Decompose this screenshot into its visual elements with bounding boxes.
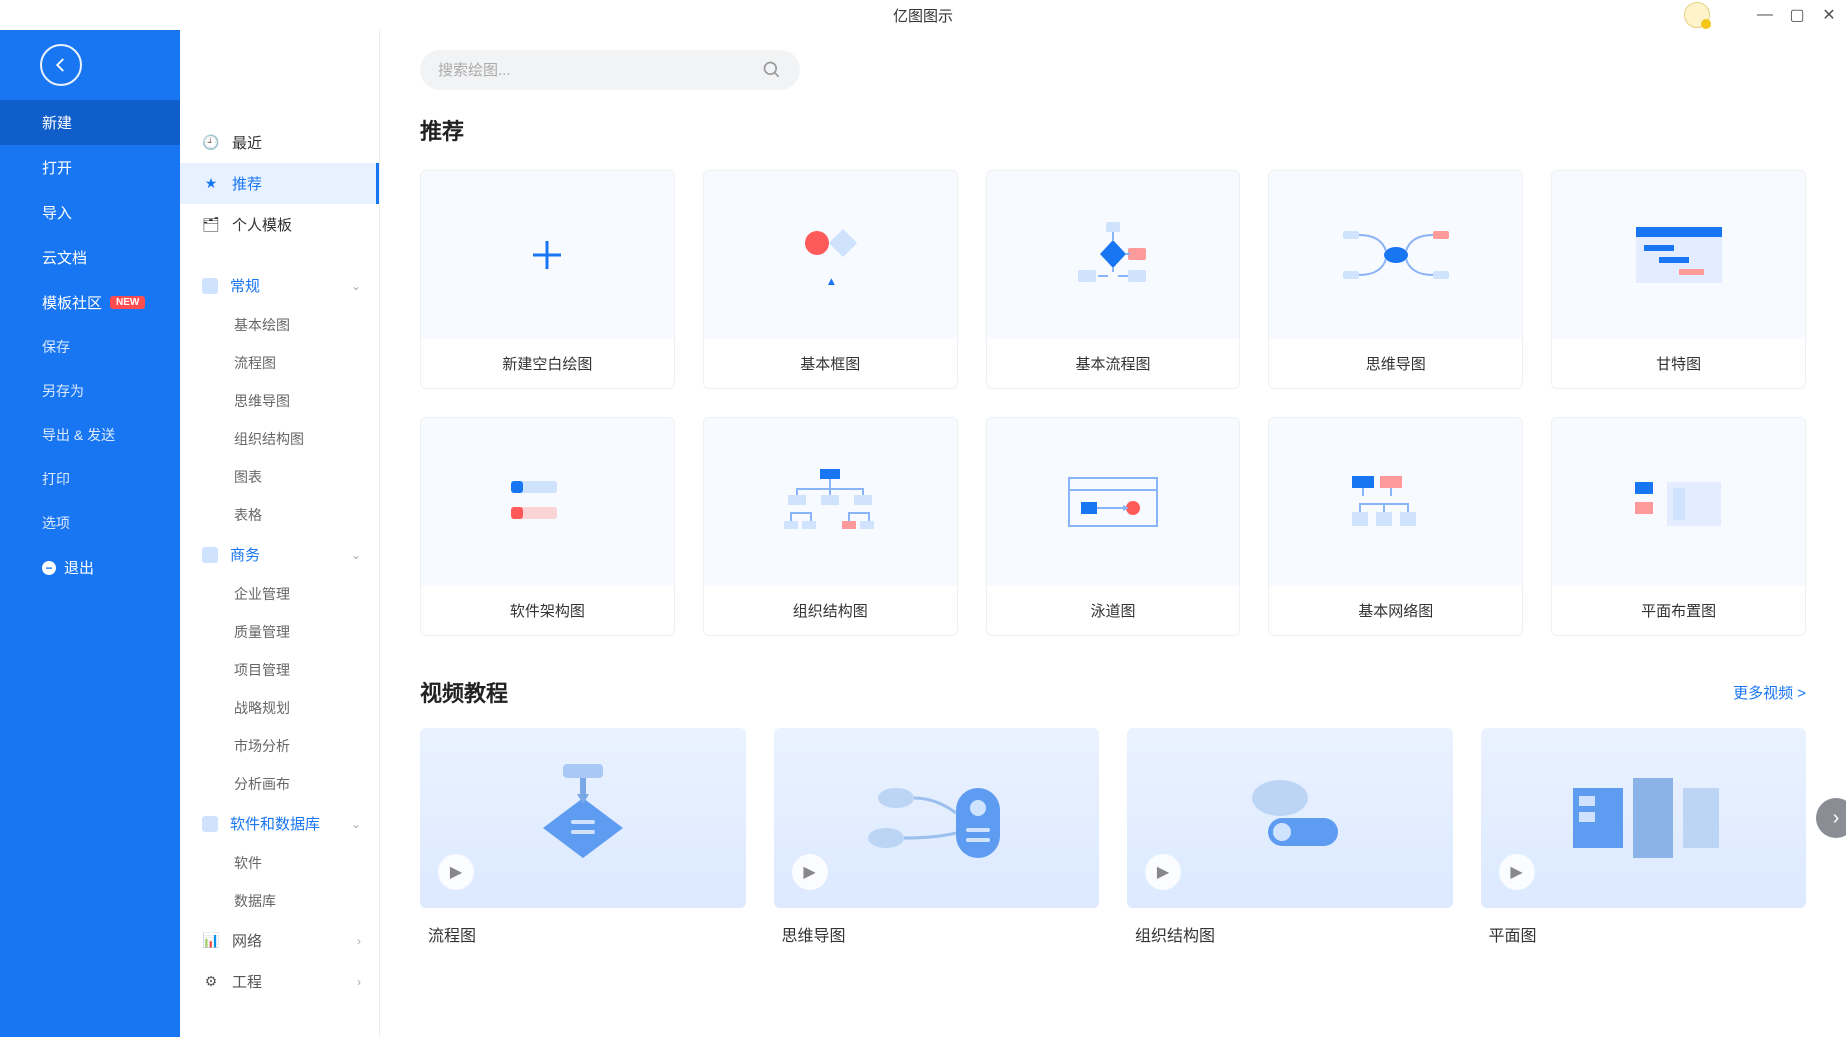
cat-sub[interactable]: 基本绘图: [180, 306, 379, 344]
play-icon: ▶: [1499, 854, 1535, 890]
exit-icon: −: [42, 561, 56, 575]
cat-sub[interactable]: 项目管理: [180, 651, 379, 689]
card-swimlane[interactable]: 泳道图: [986, 417, 1241, 636]
template-grid: 新建空白绘图 基本框图 基本流程图 思维导图 甘特图 软件架构图: [420, 170, 1806, 636]
chevron-right-icon: ›: [357, 934, 361, 948]
folder-icon: 🗂: [202, 216, 220, 234]
cat-sub[interactable]: 企业管理: [180, 575, 379, 613]
video-card[interactable]: ▶ 流程图: [420, 728, 746, 946]
nav-exit[interactable]: −退出: [0, 545, 180, 590]
cat-sub[interactable]: 分析画布: [180, 765, 379, 803]
cat-sub[interactable]: 数据库: [180, 882, 379, 920]
user-avatar[interactable]: [1684, 2, 1710, 28]
video-card[interactable]: ▶ 思维导图: [774, 728, 1100, 946]
cat-group-software[interactable]: 软件和数据库⌄: [180, 803, 379, 844]
card-software-arch[interactable]: 软件架构图: [420, 417, 675, 636]
cat-sub[interactable]: 流程图: [180, 344, 379, 382]
cat-group-business[interactable]: 商务⌄: [180, 534, 379, 575]
close-button[interactable]: ✕: [1822, 8, 1836, 22]
nav-cloud[interactable]: 云文档: [0, 235, 180, 280]
cat-group-engineering[interactable]: ⚙工程›: [180, 961, 379, 1002]
clock-icon: 🕘: [202, 134, 220, 152]
cat-recent[interactable]: 🕘最近: [180, 122, 379, 163]
nav-save[interactable]: 保存: [0, 325, 180, 369]
app-title: 亿图图示: [893, 5, 953, 26]
nav-templates[interactable]: 模板社区NEW: [0, 280, 180, 325]
back-button[interactable]: [40, 44, 82, 86]
card-blank[interactable]: 新建空白绘图: [420, 170, 675, 389]
new-badge: NEW: [110, 296, 145, 309]
section-title-recommend: 推荐: [420, 114, 1806, 146]
network-icon: 📊: [202, 932, 220, 950]
card-gantt[interactable]: 甘特图: [1551, 170, 1806, 389]
cat-sub[interactable]: 表格: [180, 496, 379, 534]
cat-sub[interactable]: 思维导图: [180, 382, 379, 420]
star-icon: ★: [202, 175, 220, 193]
cat-sub[interactable]: 组织结构图: [180, 420, 379, 458]
cat-sub[interactable]: 战略规划: [180, 689, 379, 727]
cat-sub[interactable]: 市场分析: [180, 727, 379, 765]
cat-recommend[interactable]: ★推荐: [180, 163, 379, 204]
card-block[interactable]: 基本框图: [703, 170, 958, 389]
play-icon: ▶: [1145, 854, 1181, 890]
more-videos-link[interactable]: 更多视频 >: [1733, 682, 1806, 703]
search-icon[interactable]: [762, 60, 782, 80]
general-icon: [202, 278, 218, 294]
cat-group-general[interactable]: 常规⌄: [180, 265, 379, 306]
nav-options[interactable]: 选项: [0, 501, 180, 545]
card-mindmap[interactable]: 思维导图: [1268, 170, 1523, 389]
minimize-button[interactable]: —: [1758, 8, 1772, 22]
nav-open[interactable]: 打开: [0, 145, 180, 190]
nav-import[interactable]: 导入: [0, 190, 180, 235]
cat-sub[interactable]: 软件: [180, 844, 379, 882]
engineering-icon: ⚙: [202, 973, 220, 991]
search-input[interactable]: [438, 62, 762, 79]
cat-sub[interactable]: 图表: [180, 458, 379, 496]
nav-print[interactable]: 打印: [0, 457, 180, 501]
cat-group-network[interactable]: 📊网络›: [180, 920, 379, 961]
software-icon: [202, 816, 218, 832]
chevron-down-icon: ⌄: [351, 279, 361, 293]
section-title-video: 视频教程: [420, 676, 508, 708]
nav-save-as[interactable]: 另存为: [0, 369, 180, 413]
chevron-right-icon: ›: [357, 975, 361, 989]
cat-personal[interactable]: 🗂个人模板: [180, 204, 379, 245]
nav-new[interactable]: 新建: [0, 100, 180, 145]
search-box[interactable]: [420, 50, 800, 90]
card-network[interactable]: 基本网络图: [1268, 417, 1523, 636]
play-icon: ▶: [438, 854, 474, 890]
titlebar: 亿图图示 — ▢ ✕: [0, 0, 1846, 30]
play-icon: ▶: [792, 854, 828, 890]
card-floorplan[interactable]: 平面布置图: [1551, 417, 1806, 636]
maximize-button[interactable]: ▢: [1790, 8, 1804, 22]
category-sidebar: 🕘最近 ★推荐 🗂个人模板 常规⌄ 基本绘图 流程图 思维导图 组织结构图 图表…: [180, 30, 380, 1037]
video-card[interactable]: ▶ 组织结构图: [1127, 728, 1453, 946]
content-area: ?▾ 🔔 ⌘ 👕▾ 推荐 新建空白绘图 基本框图 基本流程图: [380, 30, 1846, 1037]
nav-export[interactable]: 导出 & 发送: [0, 413, 180, 457]
video-grid: ▶ 流程图 ▶ 思维导图 ▶ 组织结构图: [420, 728, 1806, 946]
cat-sub[interactable]: 质量管理: [180, 613, 379, 651]
card-org[interactable]: 组织结构图: [703, 417, 958, 636]
chevron-down-icon: ⌄: [351, 548, 361, 562]
chevron-down-icon: ⌄: [351, 817, 361, 831]
next-arrow-button[interactable]: ›: [1816, 798, 1846, 838]
video-card[interactable]: ▶ 平面图: [1481, 728, 1807, 946]
card-flowchart[interactable]: 基本流程图: [986, 170, 1241, 389]
business-icon: [202, 547, 218, 563]
file-sidebar: 新建 打开 导入 云文档 模板社区NEW 保存 另存为 导出 & 发送 打印 选…: [0, 30, 180, 1037]
